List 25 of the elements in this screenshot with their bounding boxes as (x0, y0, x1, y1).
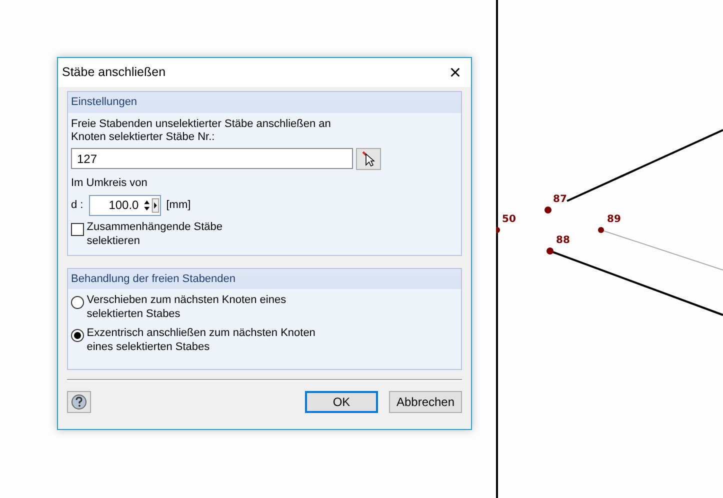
cursor-icon (361, 150, 376, 167)
node-label: 88 (556, 235, 570, 246)
unit-label: [mm] (166, 198, 191, 213)
radius-label: Im Umkreis von (71, 176, 148, 192)
help-button[interactable] (67, 390, 91, 412)
checkbox[interactable] (71, 223, 84, 236)
help-icon (71, 394, 87, 410)
checkbox-label: Zusammenhängende Stäbe selektieren (86, 221, 224, 248)
radio-label: Verschieben zum nächsten Knoten eines selektierten Stabes (86, 294, 288, 322)
section-heading: Behandlung der freien Stabenden (68, 268, 461, 289)
radio-button[interactable] (71, 296, 84, 309)
cancel-button[interactable]: Abbrechen (389, 390, 462, 412)
description-text: Freie Stabenden unselektierter Stäbe anschließen an Knoten selektierter Stäbe Nr.: (71, 118, 332, 145)
ok-button[interactable]: OK (305, 390, 378, 412)
node-label: 89 (607, 214, 621, 225)
member-number-field[interactable]: 127 (71, 148, 353, 170)
node-label: 87 (553, 194, 567, 205)
window-title: Stäbe anschließen (62, 64, 166, 82)
d-label: d : (71, 198, 84, 213)
section-heading: Einstellungen (68, 92, 461, 112)
node-label: 50 (502, 214, 516, 225)
close-button[interactable]: × (445, 62, 465, 82)
radio-button[interactable] (71, 329, 84, 342)
radio-label: Exzentrisch anschließen zum nächsten Knoten eines selektierten Stabes (86, 327, 316, 354)
pick-button[interactable] (356, 148, 381, 170)
